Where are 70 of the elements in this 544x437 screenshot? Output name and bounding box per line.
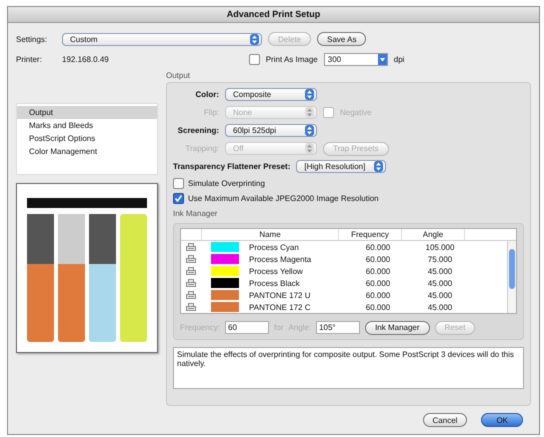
flattener-dropdown[interactable]: [High Resolution] bbox=[296, 160, 386, 173]
category-item[interactable]: PostScript Options bbox=[17, 132, 157, 145]
angle-cell-text: 75.000 bbox=[426, 254, 454, 264]
ink-name-cell-text: Process Cyan bbox=[248, 242, 300, 252]
column-header[interactable]: Frequency bbox=[338, 229, 401, 240]
stepper-icon bbox=[305, 143, 314, 154]
frequency-field[interactable]: 60 bbox=[225, 321, 270, 334]
field-label: Flip: bbox=[202, 108, 219, 117]
ink-manager-title: Ink Manager bbox=[173, 209, 218, 220]
vertical-scrollbar[interactable] bbox=[507, 241, 516, 313]
ink-name-cell-text: Process Black bbox=[248, 278, 301, 288]
angle-field[interactable]: 105° bbox=[316, 321, 360, 334]
dropdown-icon bbox=[378, 54, 387, 64]
save-as-button[interactable]: Save As bbox=[317, 32, 366, 46]
field-label: Screening: bbox=[176, 126, 219, 135]
printer-icon[interactable] bbox=[186, 278, 196, 288]
category-item[interactable]: Output bbox=[17, 106, 157, 119]
option-checkbox[interactable] bbox=[173, 178, 184, 188]
stepper-icon bbox=[374, 161, 384, 172]
frequency-cell-text: 60.000 bbox=[364, 290, 392, 300]
ink-name-cell-text: PANTONE 172 C bbox=[248, 302, 312, 312]
option-dropdown[interactable]: Composite bbox=[225, 88, 317, 101]
settings-label: Settings: bbox=[16, 34, 48, 44]
window-title: Advanced Print Setup bbox=[8, 7, 539, 23]
printer-icon[interactable] bbox=[186, 266, 196, 276]
frequency-cell-text: 60.000 bbox=[364, 254, 392, 264]
checkbox-label: Use Maximum Available JPEG2000 Image Resolution bbox=[188, 194, 379, 202]
output-group-title: Output bbox=[166, 71, 192, 82]
negative-label: Negative bbox=[340, 108, 372, 117]
printer-label: Printer: bbox=[16, 54, 43, 64]
print-as-image-label: Print As Image bbox=[266, 54, 318, 64]
dpi-unit-label: dpi bbox=[394, 54, 404, 64]
flattener-label: Transparency Flattener Preset: bbox=[173, 162, 290, 171]
option-checkbox[interactable] bbox=[173, 192, 184, 204]
angle-cell-text: 45.000 bbox=[426, 290, 454, 300]
angle-cell-text: 45.000 bbox=[426, 302, 454, 312]
printer-address: 192.168.0.49 bbox=[62, 54, 109, 64]
angle-cell-text: 105.000 bbox=[424, 242, 456, 252]
frequency-cell-text: 60.000 bbox=[364, 278, 392, 288]
description-text: Simulate the effects of overprinting for composite output. Some PostScript 3 devices will do this natively. bbox=[173, 347, 524, 389]
ink-manager-button[interactable]: Ink Manager bbox=[365, 320, 430, 334]
ink-name-cell-text: Process Magenta bbox=[248, 254, 312, 264]
checkbox-label: Simulate Overprinting bbox=[188, 178, 265, 188]
stepper-icon bbox=[305, 89, 314, 100]
cancel-button[interactable]: Cancel bbox=[422, 413, 468, 427]
printer-icon[interactable] bbox=[186, 290, 196, 300]
frequency-cell-text: 60.000 bbox=[364, 302, 392, 312]
stepper-icon bbox=[250, 34, 259, 44]
angle-cell-text: 45.000 bbox=[426, 266, 454, 276]
field-label: Trapping: bbox=[184, 144, 219, 153]
ink-name-cell-text: PANTONE 172 U bbox=[248, 290, 312, 300]
angle-cell-text: 45.000 bbox=[426, 278, 454, 288]
frequency-cell-text: 60.000 bbox=[364, 242, 392, 252]
dpi-combo-box[interactable]: 300 bbox=[324, 52, 388, 66]
ink-name-cell-text: Process Yellow bbox=[248, 266, 304, 276]
stepper-icon bbox=[305, 107, 314, 118]
stepper-icon bbox=[305, 125, 314, 136]
field-label: Color: bbox=[194, 90, 219, 99]
category-item[interactable]: Marks and Bleeds bbox=[17, 119, 157, 132]
frequency-cell-text: 60.000 bbox=[364, 266, 392, 276]
column-header[interactable]: Name bbox=[201, 229, 338, 240]
printer-icon[interactable] bbox=[186, 302, 196, 312]
print-as-image-checkbox[interactable] bbox=[248, 54, 260, 64]
category-item[interactable]: Color Management bbox=[17, 145, 157, 158]
ok-button[interactable]: OK bbox=[481, 413, 523, 427]
column-header[interactable]: Angle bbox=[401, 229, 464, 240]
printer-icon[interactable] bbox=[186, 254, 196, 264]
settings-dropdown[interactable]: Custom bbox=[62, 32, 262, 46]
option-dropdown[interactable]: 60lpi 525dpi bbox=[225, 124, 317, 137]
printer-icon[interactable] bbox=[186, 242, 196, 252]
